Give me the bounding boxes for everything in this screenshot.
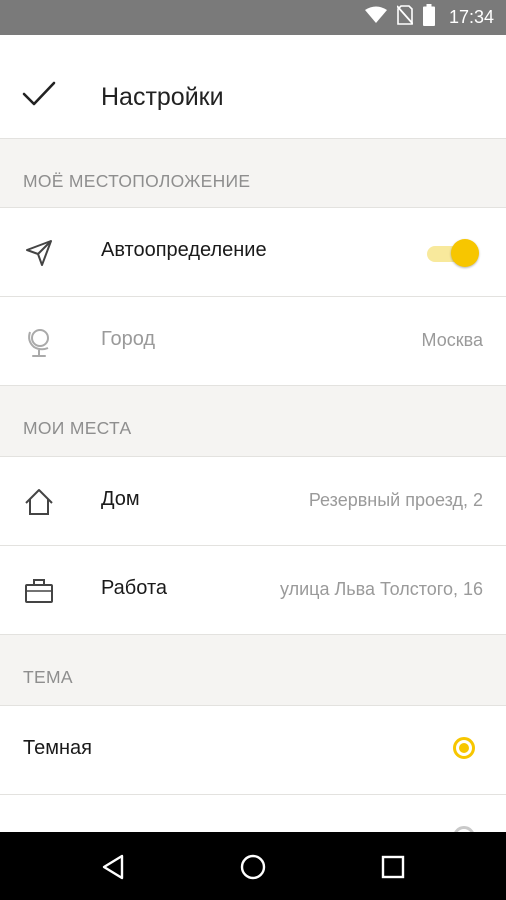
back-icon[interactable] bbox=[96, 850, 130, 884]
briefcase-icon bbox=[22, 574, 56, 608]
section-header-theme: ТЕМА bbox=[0, 635, 506, 706]
setting-label: Работа bbox=[101, 577, 167, 599]
app-toolbar: Настройки bbox=[0, 35, 506, 139]
setting-row-autodetect[interactable]: Автоопределение bbox=[0, 208, 506, 297]
theme-radio-selected[interactable] bbox=[453, 737, 475, 759]
recents-icon[interactable] bbox=[376, 850, 410, 884]
autodetect-toggle[interactable] bbox=[427, 239, 479, 267]
home-circle-icon[interactable] bbox=[236, 850, 270, 884]
status-bar: 17:34 bbox=[0, 0, 506, 35]
section-title: МОИ МЕСТА bbox=[23, 418, 132, 438]
setting-row-city[interactable]: Город Москва bbox=[0, 297, 506, 386]
system-nav-bar bbox=[0, 832, 506, 900]
section-title: МОЁ МЕСТОПОЛОЖЕНИЕ bbox=[23, 171, 251, 191]
section-header-places: МОИ МЕСТА bbox=[0, 386, 506, 457]
section-header-location: МОЁ МЕСТОПОЛОЖЕНИЕ bbox=[0, 139, 506, 208]
theme-option-row[interactable]: Темная bbox=[0, 706, 506, 795]
setting-label: Дом bbox=[101, 488, 140, 510]
theme-option-label: Темная bbox=[23, 737, 92, 759]
setting-row-home[interactable]: Дом Резервный проезд, 2 bbox=[0, 457, 506, 546]
radio-dot bbox=[459, 743, 469, 753]
setting-label: Автоопределение bbox=[101, 239, 267, 261]
section-title: ТЕМА bbox=[23, 667, 73, 687]
navigation-arrow-icon bbox=[22, 236, 56, 270]
check-icon[interactable] bbox=[22, 81, 56, 112]
no-sim-icon bbox=[396, 5, 414, 30]
page-title: Настройки bbox=[101, 83, 224, 111]
status-icons: 17:34 bbox=[364, 0, 494, 35]
wifi-icon bbox=[364, 6, 387, 29]
setting-value: Москва bbox=[421, 330, 483, 350]
toggle-thumb bbox=[451, 239, 479, 267]
home-icon bbox=[22, 485, 56, 519]
setting-row-work[interactable]: Работа улица Льва Толстого, 16 bbox=[0, 546, 506, 635]
globe-icon bbox=[22, 325, 56, 359]
status-time: 17:34 bbox=[448, 7, 494, 27]
setting-value: Резервный проезд, 2 bbox=[308, 490, 483, 510]
setting-label: Город bbox=[101, 328, 156, 350]
setting-value: улица Льва Толстого, 16 bbox=[279, 579, 483, 599]
battery-icon bbox=[422, 4, 435, 31]
